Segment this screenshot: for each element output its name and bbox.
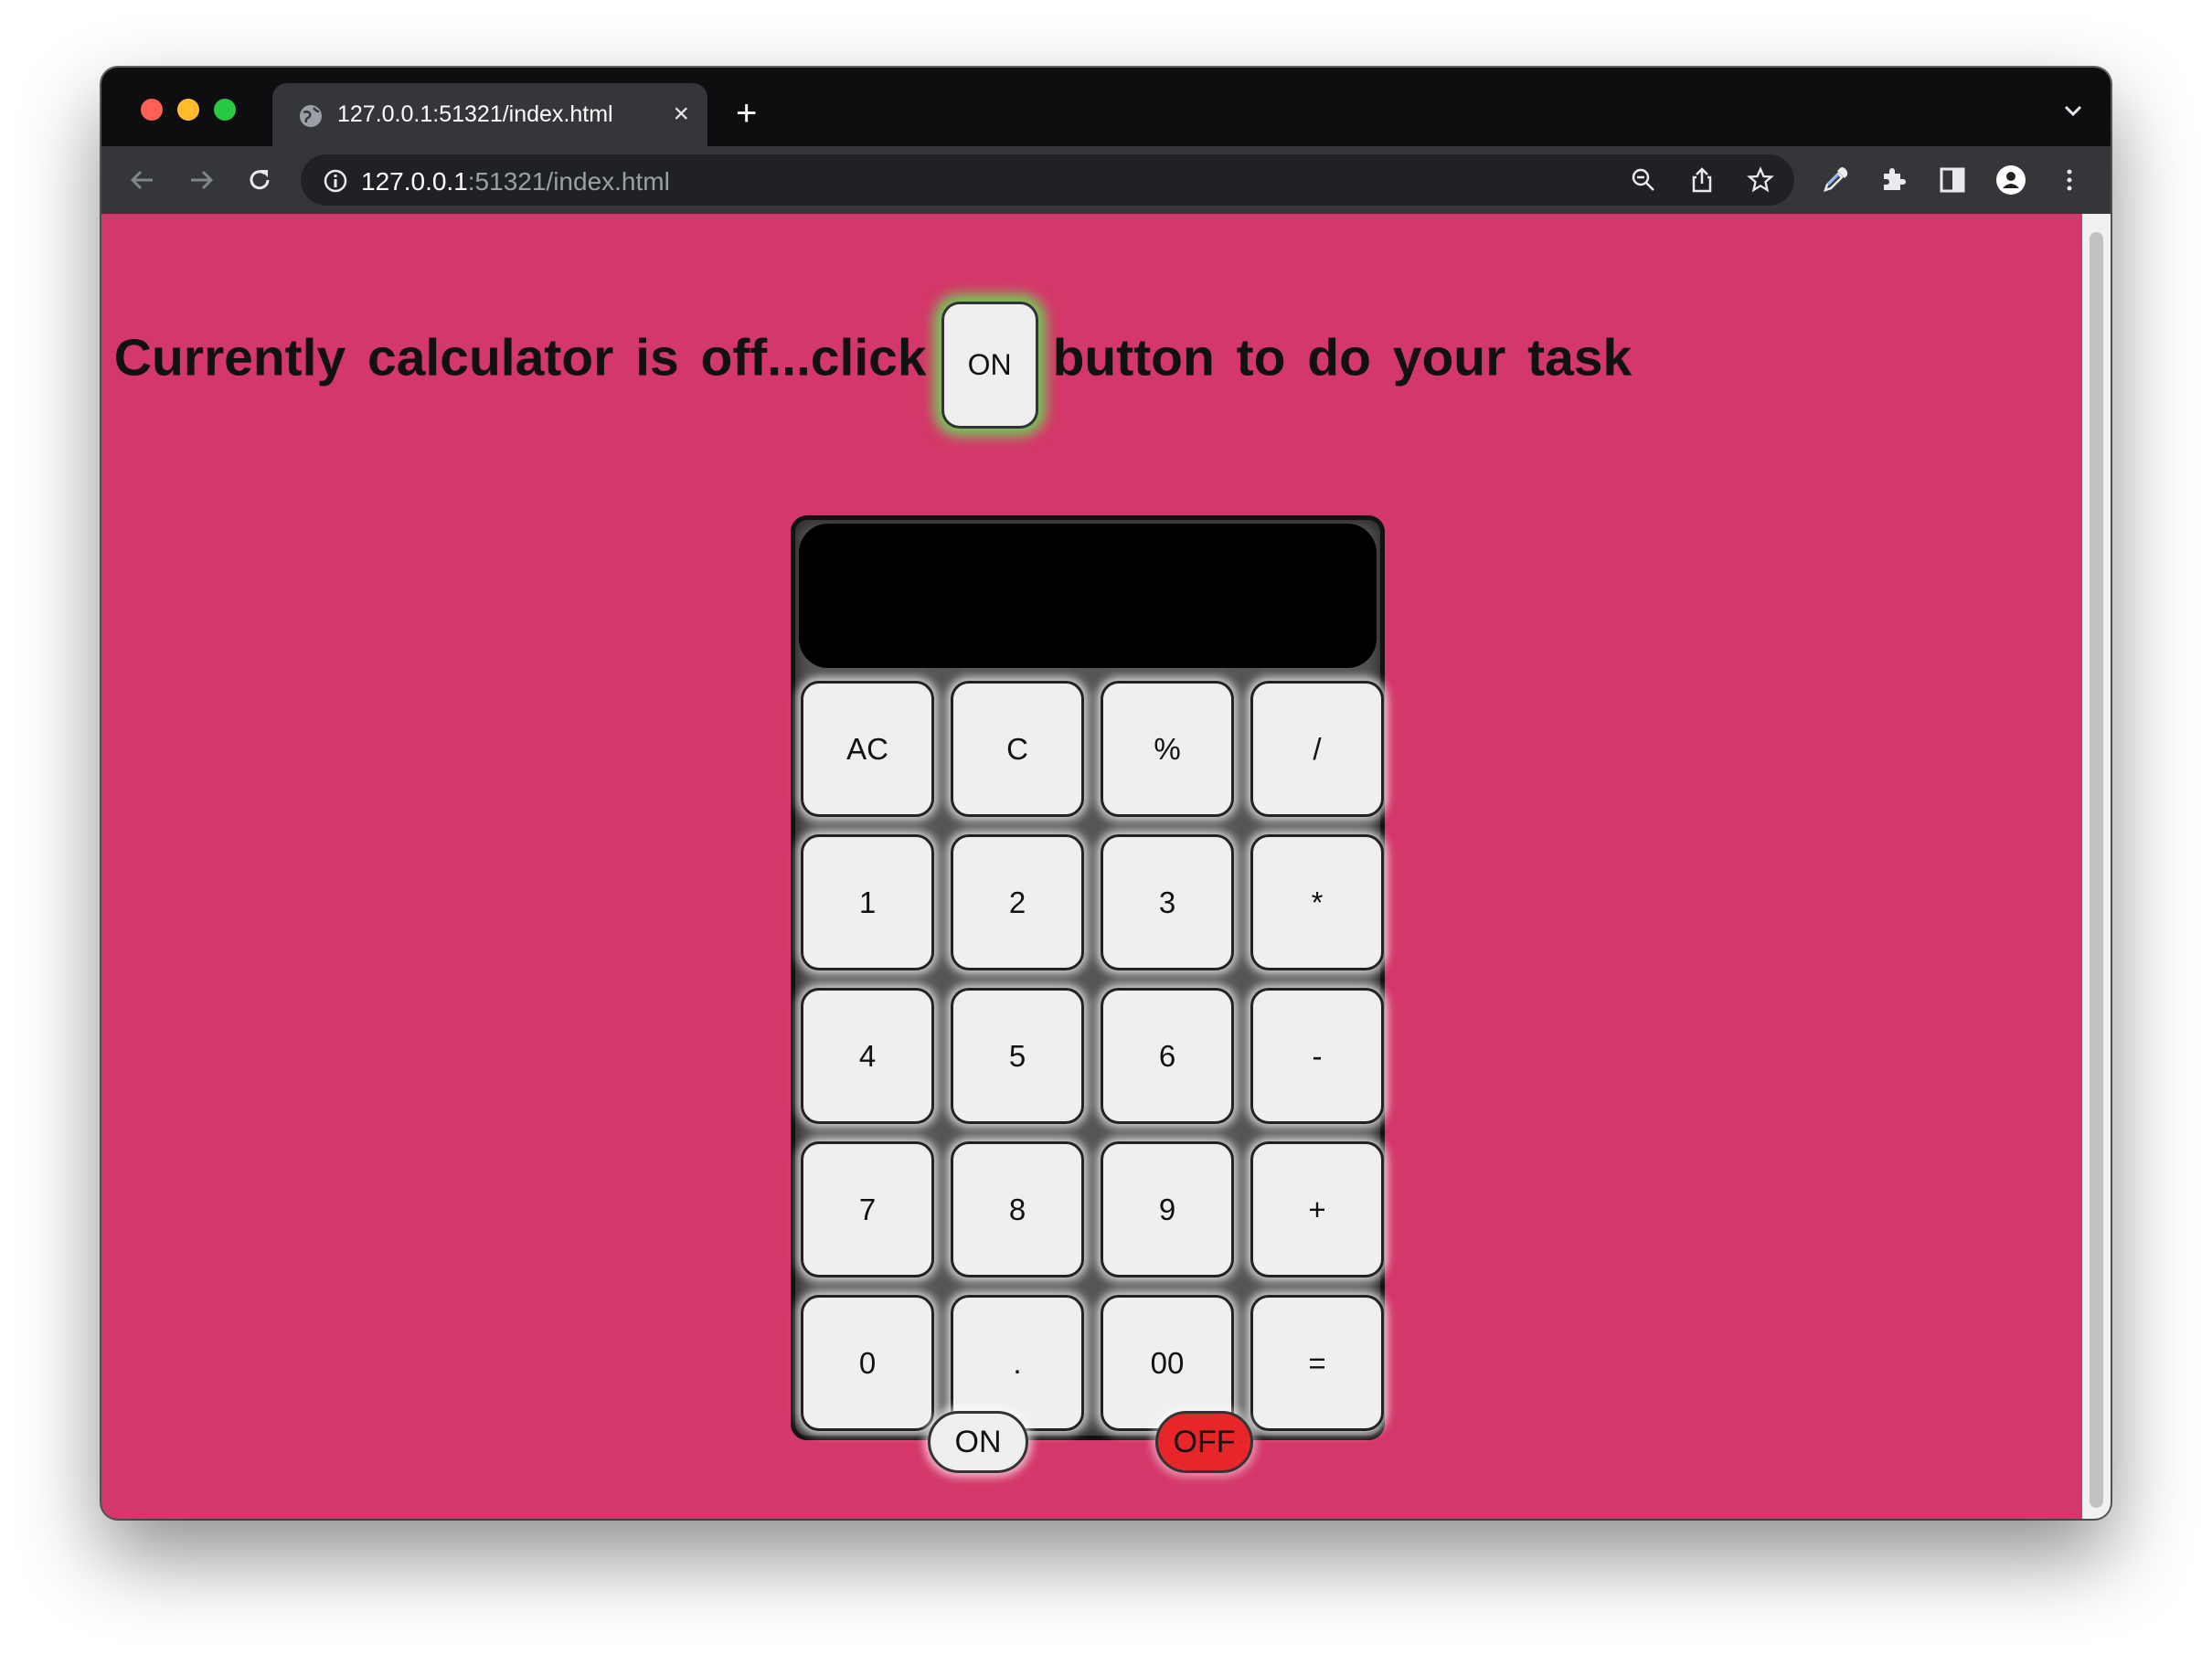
minimize-window-button[interactable] [177,99,199,121]
star-icon[interactable] [1747,166,1774,194]
key-multiply[interactable]: * [1250,834,1384,970]
info-icon[interactable] [323,168,348,194]
vertical-scrollbar[interactable] [2082,214,2111,1519]
chevron-down-icon[interactable] [2061,99,2085,122]
key-3[interactable]: 3 [1101,834,1234,970]
headline-text-after: button to do your task [1052,328,1632,387]
extensions-icon[interactable] [1878,164,1909,196]
browser-tab[interactable]: 127.0.0.1:51321/index.html × [272,83,707,146]
keypad: AC C % / 1 2 3 * 4 5 6 - 7 8 9 + 0 . 00 … [801,681,1384,1431]
reload-icon[interactable] [244,164,275,196]
key-1[interactable]: 1 [801,834,934,970]
browser-window: 127.0.0.1:51321/index.html × + 127.0.0.1… [101,68,2111,1519]
calculator-display [799,524,1377,668]
key-8[interactable]: 8 [951,1141,1084,1278]
headline-text-before: Currently calculator is off...click [113,328,927,387]
tab-close-icon[interactable]: × [673,98,689,131]
address-bar[interactable]: 127.0.0.1:51321/index.html [301,154,1794,206]
key-4[interactable]: 4 [801,988,934,1124]
tab-bar: 127.0.0.1:51321/index.html × + [101,68,2111,146]
zoom-icon[interactable] [1630,166,1657,194]
key-percent[interactable]: % [1101,681,1234,817]
close-window-button[interactable] [141,99,163,121]
key-equals[interactable]: = [1250,1295,1384,1431]
new-tab-button[interactable]: + [736,95,757,132]
url-host: 127.0.0.1 [361,167,468,196]
headline-on-button[interactable]: ON [941,302,1038,429]
tab-title: 127.0.0.1:51321/index.html [337,101,613,127]
browser-toolbar: 127.0.0.1:51321/index.html [101,146,2111,214]
calculator: AC C % / 1 2 3 * 4 5 6 - 7 8 9 + 0 . 00 … [791,515,1385,1440]
page-headline: Currently calculator is off...click ON but… [101,294,1644,429]
key-6[interactable]: 6 [1101,988,1234,1124]
key-5[interactable]: 5 [951,988,1084,1124]
forward-icon[interactable] [186,164,217,196]
key-ac[interactable]: AC [801,681,934,817]
key-0[interactable]: 0 [801,1295,934,1431]
key-2[interactable]: 2 [951,834,1084,970]
calculator-off-button[interactable]: OFF [1155,1411,1253,1473]
maximize-window-button[interactable] [214,99,236,121]
key-subtract[interactable]: - [1250,988,1384,1124]
sidebar-icon[interactable] [1937,164,1968,196]
eyedropper-icon[interactable] [1820,164,1851,196]
scrollbar-thumb[interactable] [2090,232,2103,1508]
page-content: Currently calculator is off...click ON but… [101,214,2082,1519]
url-path: :51321/index.html [467,167,670,196]
url-text[interactable]: 127.0.0.1:51321/index.html [361,167,670,196]
back-icon[interactable] [127,164,158,196]
calculator-on-button[interactable]: ON [928,1411,1028,1473]
globe-icon [300,105,322,127]
key-add[interactable]: + [1250,1141,1384,1278]
share-icon[interactable] [1688,166,1716,194]
profile-icon[interactable] [1995,164,2026,196]
menu-icon[interactable] [2054,164,2085,196]
key-9[interactable]: 9 [1101,1141,1234,1278]
key-c[interactable]: C [951,681,1084,817]
key-7[interactable]: 7 [801,1141,934,1278]
key-divide[interactable]: / [1250,681,1384,817]
